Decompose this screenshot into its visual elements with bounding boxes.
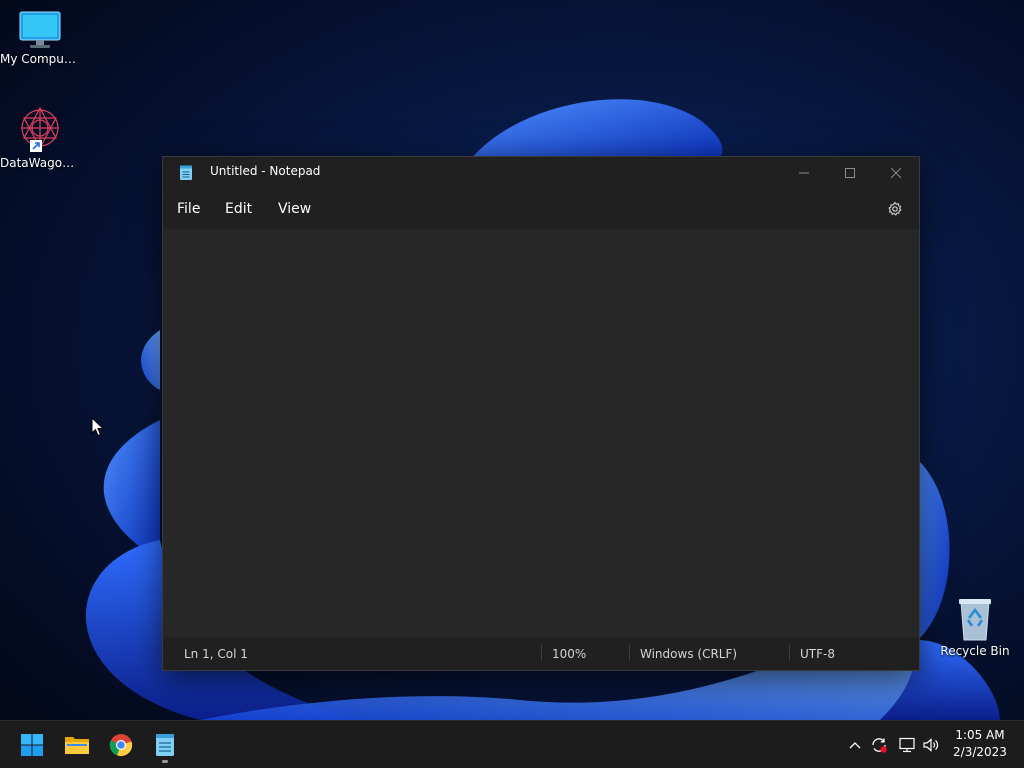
volume-icon <box>923 738 939 752</box>
line-ending: Windows (CRLF) <box>640 647 738 661</box>
clock-date: 2/3/2023 <box>953 745 1007 759</box>
network-icon <box>899 737 915 753</box>
tray-network[interactable] <box>897 734 917 756</box>
running-indicator <box>162 760 168 763</box>
gear-icon <box>888 201 902 216</box>
recycle-bin-icon <box>959 599 991 641</box>
status-divider <box>789 645 790 661</box>
taskbar-notepad[interactable] <box>147 727 183 763</box>
chevron-up-icon <box>849 742 861 749</box>
sync-alert-icon <box>872 738 887 753</box>
tray-sync[interactable] <box>869 734 889 756</box>
menu-edit[interactable]: Edit <box>221 199 256 219</box>
close-button[interactable] <box>873 157 919 189</box>
menu-bar: File Edit View <box>163 189 919 229</box>
status-divider <box>629 645 630 661</box>
close-icon <box>891 168 901 178</box>
window-title: Untitled - Notepad <box>210 164 321 178</box>
show-hidden-icons-button[interactable] <box>845 734 865 756</box>
mouse-pointer-icon <box>91 417 105 437</box>
minimize-icon <box>799 172 809 174</box>
desktop-icon-my-computer[interactable]: My Computer <box>0 10 80 66</box>
notepad-icon <box>156 734 174 756</box>
title-bar[interactable]: Untitled - Notepad <box>163 157 919 189</box>
folder-icon <box>65 737 89 754</box>
tray-volume[interactable] <box>921 734 941 756</box>
chrome-icon <box>109 734 133 757</box>
encoding: UTF-8 <box>800 647 835 661</box>
status-bar: Ln 1, Col 1 100% Windows (CRLF) UTF-8 <box>163 637 919 670</box>
menu-view[interactable]: View <box>274 199 315 219</box>
text-editor[interactable] <box>163 229 919 637</box>
desktop-icon-recycle-bin[interactable]: Recycle Bin <box>935 596 1015 658</box>
notepad-window[interactable]: Untitled - Notepad File Edit View Ln 1, … <box>162 156 920 671</box>
clock-time: 1:05 AM <box>955 728 1005 742</box>
windows-start-icon <box>21 734 43 756</box>
desktop: My Computer DataWagon... Recycle Bin Unt… <box>0 0 1024 768</box>
settings-button[interactable] <box>885 199 905 219</box>
minimize-button[interactable] <box>781 157 827 189</box>
taskbar: 1:05 AM 2/3/2023 <box>0 720 1024 768</box>
start-button[interactable] <box>14 727 50 763</box>
zoom-level: 100% <box>552 647 587 661</box>
status-divider <box>541 645 542 661</box>
taskbar-chrome[interactable] <box>103 727 139 763</box>
notepad-icon <box>179 165 193 185</box>
clock[interactable]: 1:05 AM 2/3/2023 <box>944 727 1016 763</box>
desktop-icon-datawagon[interactable]: DataWagon... <box>0 106 80 170</box>
maximize-button[interactable] <box>827 157 873 189</box>
monitor-icon <box>19 11 61 48</box>
maximize-icon <box>845 168 855 178</box>
menu-file[interactable]: File <box>173 199 204 219</box>
cursor-position: Ln 1, Col 1 <box>184 647 248 661</box>
datawagon-shortcut-icon <box>21 106 59 152</box>
taskbar-file-explorer[interactable] <box>59 727 95 763</box>
